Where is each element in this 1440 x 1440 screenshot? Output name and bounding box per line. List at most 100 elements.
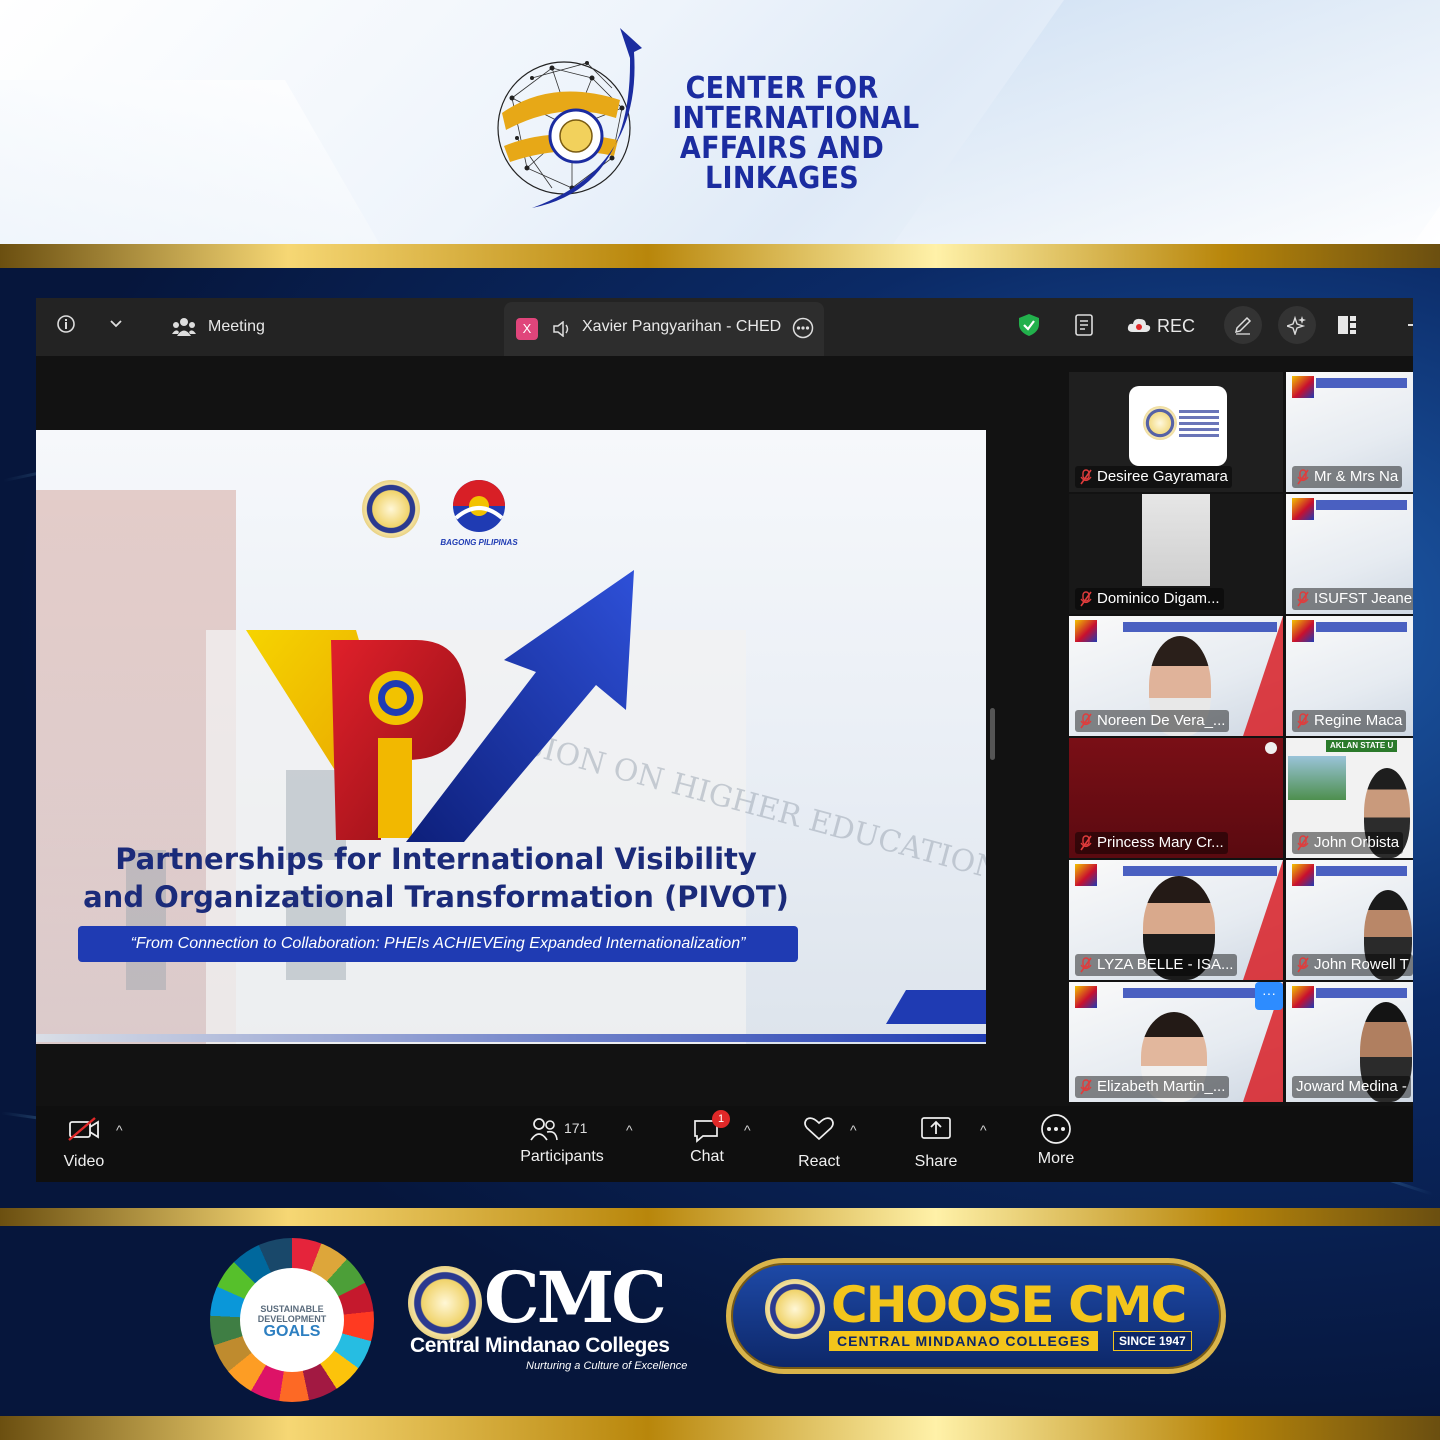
participants-button[interactable]: 171 Participants <box>516 1116 608 1166</box>
muted-mic-icon <box>1080 957 1092 973</box>
participant-tile[interactable]: ISUFST Jeane <box>1286 494 1413 614</box>
participant-tile[interactable]: Princess Mary Cr... <box>1069 738 1283 858</box>
tile-corner-logo <box>1265 742 1277 754</box>
chat-unread-badge: 1 <box>712 1110 730 1128</box>
view-label[interactable]: Meeting <box>208 318 265 336</box>
participant-tile[interactable]: Dominico Digam... <box>1069 494 1283 614</box>
footer-logos: SUSTAINABLE DEVELOPMENT GOALS CMC Centra… <box>0 1226 1440 1414</box>
title-line: AFFAIRS AND <box>679 131 885 166</box>
meeting-toolbar: Video ^ 171 Participants ^ 1 Chat ^ Reac… <box>36 1106 1413 1182</box>
gallery-resize-handle[interactable] <box>990 708 995 760</box>
participant-tile[interactable]: John Rowell T <box>1286 860 1413 980</box>
participant-name: Elizabeth Martin_... <box>1075 1076 1230 1098</box>
participant-name-text: John Rowell T <box>1314 956 1409 973</box>
window-control-edge[interactable] <box>1408 324 1413 326</box>
chat-button[interactable]: 1 Chat <box>678 1110 736 1166</box>
pivot-mini-logo <box>1292 620 1314 642</box>
participant-tile[interactable]: LYZA BELLE - ISA... <box>1069 860 1283 980</box>
participants-count: 171 <box>564 1120 588 1136</box>
gold-divider-middle <box>0 1208 1440 1226</box>
shared-slide: SION ON HIGHER EDUCATION BAGONG PILIPINA… <box>36 430 986 1044</box>
mini-slide-header <box>1315 500 1407 510</box>
muted-mic-icon <box>1297 469 1309 485</box>
cmc-tagline: Nurturing a Culture of Excellence <box>526 1360 688 1372</box>
muted-mic-icon <box>1297 591 1309 607</box>
mini-slide-header <box>1122 622 1277 632</box>
participant-tile[interactable]: Desiree Gayramara <box>1069 372 1283 492</box>
participant-name-text: Princess Mary Cr... <box>1097 834 1224 851</box>
ciaal-mini-logo <box>1143 406 1177 440</box>
pivot-mini-logo <box>1075 986 1097 1008</box>
share-button[interactable]: Share <box>908 1116 964 1171</box>
participants-icon <box>530 1118 558 1141</box>
participant-tile[interactable]: ··· Elizabeth Martin_... <box>1069 982 1283 1102</box>
participant-name-text: John Orbista <box>1314 834 1400 851</box>
react-options-caret[interactable]: ^ <box>850 1122 857 1138</box>
muted-mic-icon <box>1080 591 1092 607</box>
participant-tile[interactable]: Mr & Mrs Na <box>1286 372 1413 492</box>
cloud-record-icon[interactable] <box>1126 314 1152 336</box>
muted-mic-icon <box>1297 835 1309 851</box>
share-screen-icon <box>921 1117 951 1139</box>
camera-feed <box>1142 494 1210 586</box>
mini-slide-wedge <box>1243 860 1283 980</box>
slide-title-line2: and Organizational Transformation (PIVOT… <box>83 880 789 914</box>
more-options-icon[interactable] <box>791 316 815 340</box>
muted-mic-icon <box>1080 469 1092 485</box>
choose-cmc-since: SINCE 1947 <box>1113 1331 1192 1351</box>
bagong-pilipinas-caption: BAGONG PILIPINAS <box>440 538 518 547</box>
zoom-window: Meeting X Xavier Pangyarihan - CHED I/ R… <box>36 298 1413 1182</box>
cmc-fullname: Central Mindanao Colleges <box>410 1334 670 1357</box>
summary-doc-icon[interactable] <box>1072 312 1098 338</box>
pivot-mini-logo <box>1075 864 1097 886</box>
slide-corner-accent <box>886 990 986 1024</box>
muted-mic-icon <box>1080 1079 1092 1095</box>
pivot-mini-logo <box>1075 620 1097 642</box>
cmc-logo: CMC Central Mindanao Colleges Nurturing … <box>408 1262 688 1392</box>
participant-name: Dominico Digam... <box>1075 588 1224 610</box>
video-options-caret[interactable]: ^ <box>116 1122 123 1138</box>
participant-name-text: Dominico Digam... <box>1097 590 1220 607</box>
participant-name-text: Regine Maca <box>1314 712 1403 729</box>
annotate-pen-icon[interactable] <box>1224 306 1262 344</box>
layout-view-icon[interactable] <box>1334 312 1360 338</box>
header-banner: CENTER FOR INTERNATIONAL AFFAIRS AND LIN… <box>0 0 1440 244</box>
ched-seal-logo <box>362 480 420 538</box>
zoom-content: SION ON HIGHER EDUCATION BAGONG PILIPINA… <box>36 356 1413 1106</box>
title-line: LINKAGES <box>705 161 859 196</box>
info-icon[interactable] <box>54 312 78 336</box>
share-options-caret[interactable]: ^ <box>980 1122 987 1138</box>
more-button[interactable]: More <box>1030 1114 1082 1168</box>
chat-options-caret[interactable]: ^ <box>744 1122 751 1138</box>
react-label: React <box>798 1153 840 1170</box>
chevron-down-icon[interactable] <box>104 312 128 336</box>
more-label: More <box>1037 1150 1075 1167</box>
rec-label[interactable]: REC <box>1157 316 1195 337</box>
heart-icon <box>804 1117 834 1141</box>
participant-tile[interactable]: Regine Maca <box>1286 616 1413 736</box>
participant-name: ISUFST Jeane <box>1292 588 1413 610</box>
security-shield-icon[interactable] <box>1016 312 1042 338</box>
participant-name: Princess Mary Cr... <box>1075 832 1228 854</box>
tile-more-button[interactable]: ··· <box>1255 982 1283 1010</box>
muted-mic-icon <box>1080 713 1092 729</box>
speaker-badge: X <box>516 318 538 340</box>
header-shard <box>0 80 436 244</box>
ai-sparkle-icon[interactable] <box>1278 306 1316 344</box>
mini-slide-header <box>1315 378 1407 388</box>
cmc-wordmark: CMC <box>484 1256 667 1339</box>
gold-divider-bottom <box>0 1416 1440 1440</box>
participant-tile[interactable]: Joward Medina - <box>1286 982 1413 1102</box>
mini-slide-header <box>1315 622 1407 632</box>
active-speaker-tab[interactable]: X Xavier Pangyarihan - CHED I/ <box>504 302 824 356</box>
muted-mic-icon <box>1080 835 1092 851</box>
share-label: Share <box>914 1153 958 1170</box>
center-title: CENTER FOR INTERNATIONAL AFFAIRS AND LIN… <box>660 71 919 196</box>
participant-tile[interactable]: AKLAN STATE U John Orbista <box>1286 738 1413 858</box>
participant-tile[interactable]: Noreen De Vera_... <box>1069 616 1283 736</box>
video-button[interactable]: Video <box>46 1116 122 1171</box>
pivot-mini-logo <box>1292 498 1314 520</box>
react-button[interactable]: React <box>790 1116 848 1171</box>
participants-options-caret[interactable]: ^ <box>626 1122 633 1138</box>
title-line: CENTER FOR <box>685 71 879 106</box>
